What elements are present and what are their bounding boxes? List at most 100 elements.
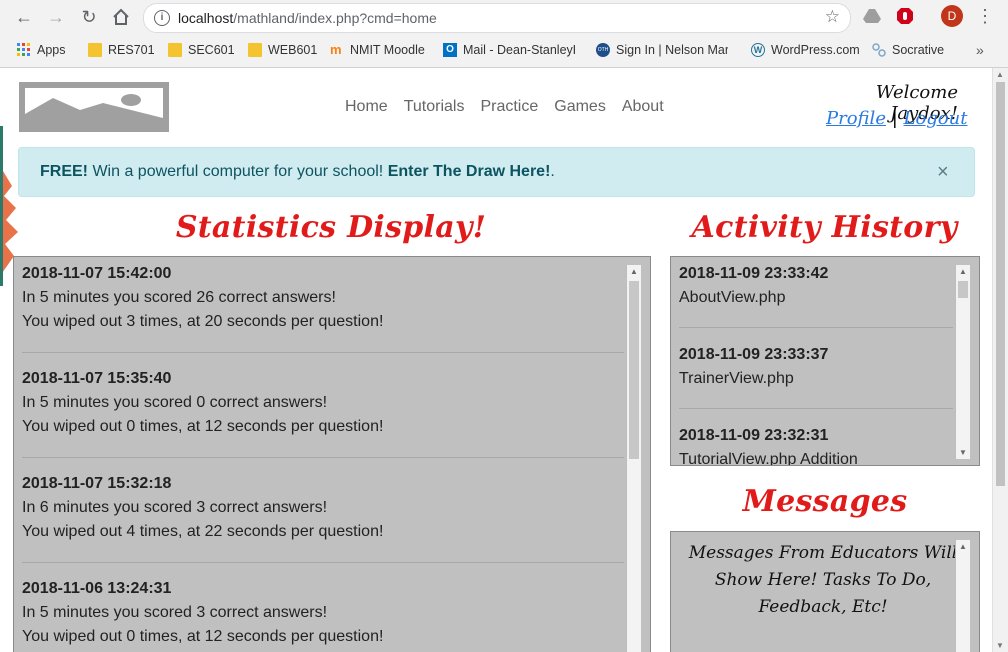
stat-score-line: In 5 minutes you scored 3 correct answer…: [22, 604, 328, 621]
messages-scrollbar[interactable]: ▲: [955, 540, 970, 652]
logout-link[interactable]: Logout: [904, 108, 968, 129]
url-text[interactable]: localhost/mathland/index.php?cmd=home: [178, 10, 437, 26]
scroll-down-arrow-icon[interactable]: ▼: [996, 641, 1004, 650]
stat-score-line: In 5 minutes you scored 26 correct answe…: [22, 289, 336, 306]
activity-scrollbar[interactable]: ▲ ▼: [955, 265, 970, 459]
web-page: Home Tutorials Practice Games About Welc…: [0, 68, 992, 652]
bookmark-mail[interactable]: O Mail - Dean-StanleyH: [443, 40, 575, 60]
bookmark-label: NMIT Moodle: [350, 43, 425, 57]
nav-games[interactable]: Games: [554, 98, 606, 116]
bookmark-star-icon[interactable]: ☆: [825, 7, 840, 27]
folder-icon: [168, 43, 182, 57]
messages-heading: Messages: [742, 484, 908, 519]
url-path: /mathland/index.php?cmd=home: [233, 10, 437, 26]
bookmark-label: Sign In | Nelson Marl: [616, 43, 728, 57]
activity-entry: 2018-11-09 23:33:37 TrainerView.php: [679, 346, 953, 409]
stat-wipeout-line: You wiped out 0 times, at 12 seconds per…: [22, 418, 384, 435]
stat-entry: 2018-11-07 15:32:18 In 6 minutes you sco…: [22, 475, 624, 563]
apps-grid-icon: [17, 43, 31, 57]
adblock-extension-icon[interactable]: [895, 6, 915, 26]
activity-page: TutorialView.php Addition: [679, 451, 858, 466]
reload-icon[interactable]: ↻: [77, 5, 101, 29]
bookmark-wordpress[interactable]: W WordPress.com: [751, 40, 860, 60]
moodle-icon: m: [330, 42, 342, 57]
nav-practice[interactable]: Practice: [480, 98, 538, 116]
main-nav: Home Tutorials Practice Games About: [345, 98, 664, 116]
messages-panel[interactable]: Messages From Educators Will Show Here! …: [670, 531, 980, 652]
bookmark-moodle[interactable]: m NMIT Moodle: [330, 40, 425, 60]
nav-about[interactable]: About: [622, 98, 664, 116]
stat-entry: 2018-11-07 15:42:00 In 5 minutes you sco…: [22, 265, 624, 353]
alert-body: Win a powerful computer for your school!: [88, 163, 388, 180]
browser-chrome: ← → ↻ i localhost/mathland/index.php?cmd…: [0, 0, 1008, 68]
bookmark-label: WordPress.com: [771, 43, 860, 57]
profile-avatar[interactable]: D: [941, 5, 963, 27]
bookmark-socrative[interactable]: Socrative: [872, 40, 944, 60]
forward-arrow-icon[interactable]: →: [44, 5, 68, 29]
bookmark-web601[interactable]: WEB601: [248, 40, 317, 60]
logo-placeholder-image: [25, 88, 163, 126]
activity-timestamp: 2018-11-09 23:32:31: [679, 427, 829, 444]
bookmark-nelson-marl[interactable]: OTH Sign In | Nelson Marl: [596, 40, 728, 60]
scrollbar-thumb[interactable]: [629, 281, 639, 459]
stat-wipeout-line: You wiped out 0 times, at 12 seconds per…: [22, 628, 384, 645]
bookmark-label: WEB601: [268, 43, 318, 57]
outlook-icon: O: [443, 43, 457, 57]
address-bar[interactable]: i localhost/mathland/index.php?cmd=home …: [143, 3, 851, 33]
activity-entry: 2018-11-09 23:33:42 AboutView.php: [679, 265, 953, 328]
activity-entry: 2018-11-09 23:32:31 TutorialView.php Add…: [679, 427, 953, 466]
stat-timestamp: 2018-11-06 13:24:31: [22, 580, 172, 597]
nav-home[interactable]: Home: [345, 98, 388, 116]
stat-entry: 2018-11-07 15:35:40 In 5 minutes you sco…: [22, 370, 624, 458]
folder-icon: [248, 43, 262, 57]
scroll-up-arrow-icon[interactable]: ▲: [996, 70, 1004, 79]
account-links: Profile | Logout: [826, 108, 968, 129]
messages-text: Messages From Educators Will Show Here! …: [688, 543, 958, 617]
alert-text: FREE! Win a powerful computer for your s…: [40, 163, 555, 181]
bookmark-label: Mail - Dean-StanleyH: [463, 43, 575, 57]
scrollbar-thumb[interactable]: [958, 281, 968, 298]
bookmark-label: SEC601: [188, 43, 235, 57]
statistics-scrollbar[interactable]: ▲: [626, 265, 641, 652]
info-icon[interactable]: i: [154, 10, 170, 26]
activity-heading: Activity History: [691, 210, 958, 245]
home-icon[interactable]: [109, 5, 133, 29]
enter-draw-link[interactable]: Enter The Draw Here!: [388, 163, 551, 180]
socrative-icon: [872, 43, 886, 57]
bookmarks-bar: Apps RES701 SEC601 WEB601 m NMIT Moodle O…: [0, 37, 1008, 63]
stat-entry: 2018-11-06 13:24:31 In 5 minutes you sco…: [22, 580, 624, 652]
bookmark-sec601[interactable]: SEC601: [168, 40, 235, 60]
url-host: localhost: [178, 10, 234, 26]
page-scrollbar-thumb[interactable]: [996, 82, 1005, 486]
stat-wipeout-line: You wiped out 3 times, at 20 seconds per…: [22, 313, 384, 330]
activity-timestamp: 2018-11-09 23:33:37: [679, 346, 829, 363]
activity-page: TrainerView.php: [679, 370, 794, 387]
alert-suffix: .: [550, 163, 555, 180]
bookmark-apps[interactable]: Apps: [17, 40, 66, 60]
link-separator: |: [891, 108, 898, 129]
activity-timestamp: 2018-11-09 23:33:42: [679, 265, 829, 282]
scroll-up-arrow-icon[interactable]: ▲: [959, 267, 967, 276]
alert-bold-prefix: FREE!: [40, 163, 88, 180]
page-scrollbar[interactable]: ▲ ▼: [992, 68, 1008, 652]
activity-panel[interactable]: 2018-11-09 23:33:42 AboutView.php 2018-1…: [670, 256, 980, 466]
scroll-down-arrow-icon[interactable]: ▼: [959, 448, 967, 457]
menu-kebab-icon[interactable]: ⋮: [975, 6, 995, 26]
stat-wipeout-line: You wiped out 4 times, at 22 seconds per…: [22, 523, 384, 540]
scroll-up-arrow-icon[interactable]: ▲: [959, 542, 967, 551]
back-arrow-icon[interactable]: ←: [12, 5, 36, 29]
close-icon[interactable]: ×: [937, 162, 949, 182]
site-logo[interactable]: [19, 82, 169, 132]
nav-tutorials[interactable]: Tutorials: [404, 98, 465, 116]
stat-score-line: In 6 minutes you scored 3 correct answer…: [22, 499, 328, 516]
stat-timestamp: 2018-11-07 15:32:18: [22, 475, 172, 492]
statistics-panel[interactable]: 2018-11-07 15:42:00 In 5 minutes you sco…: [13, 256, 651, 652]
wordpress-icon: W: [751, 43, 765, 57]
scroll-up-arrow-icon[interactable]: ▲: [630, 267, 638, 276]
profile-link[interactable]: Profile: [826, 108, 886, 129]
bookmarks-overflow-icon[interactable]: »: [976, 40, 984, 60]
bookmark-res701[interactable]: RES701: [88, 40, 155, 60]
bookmark-label: RES701: [108, 43, 155, 57]
folder-icon: [88, 43, 102, 57]
drive-extension-icon[interactable]: [862, 6, 882, 26]
